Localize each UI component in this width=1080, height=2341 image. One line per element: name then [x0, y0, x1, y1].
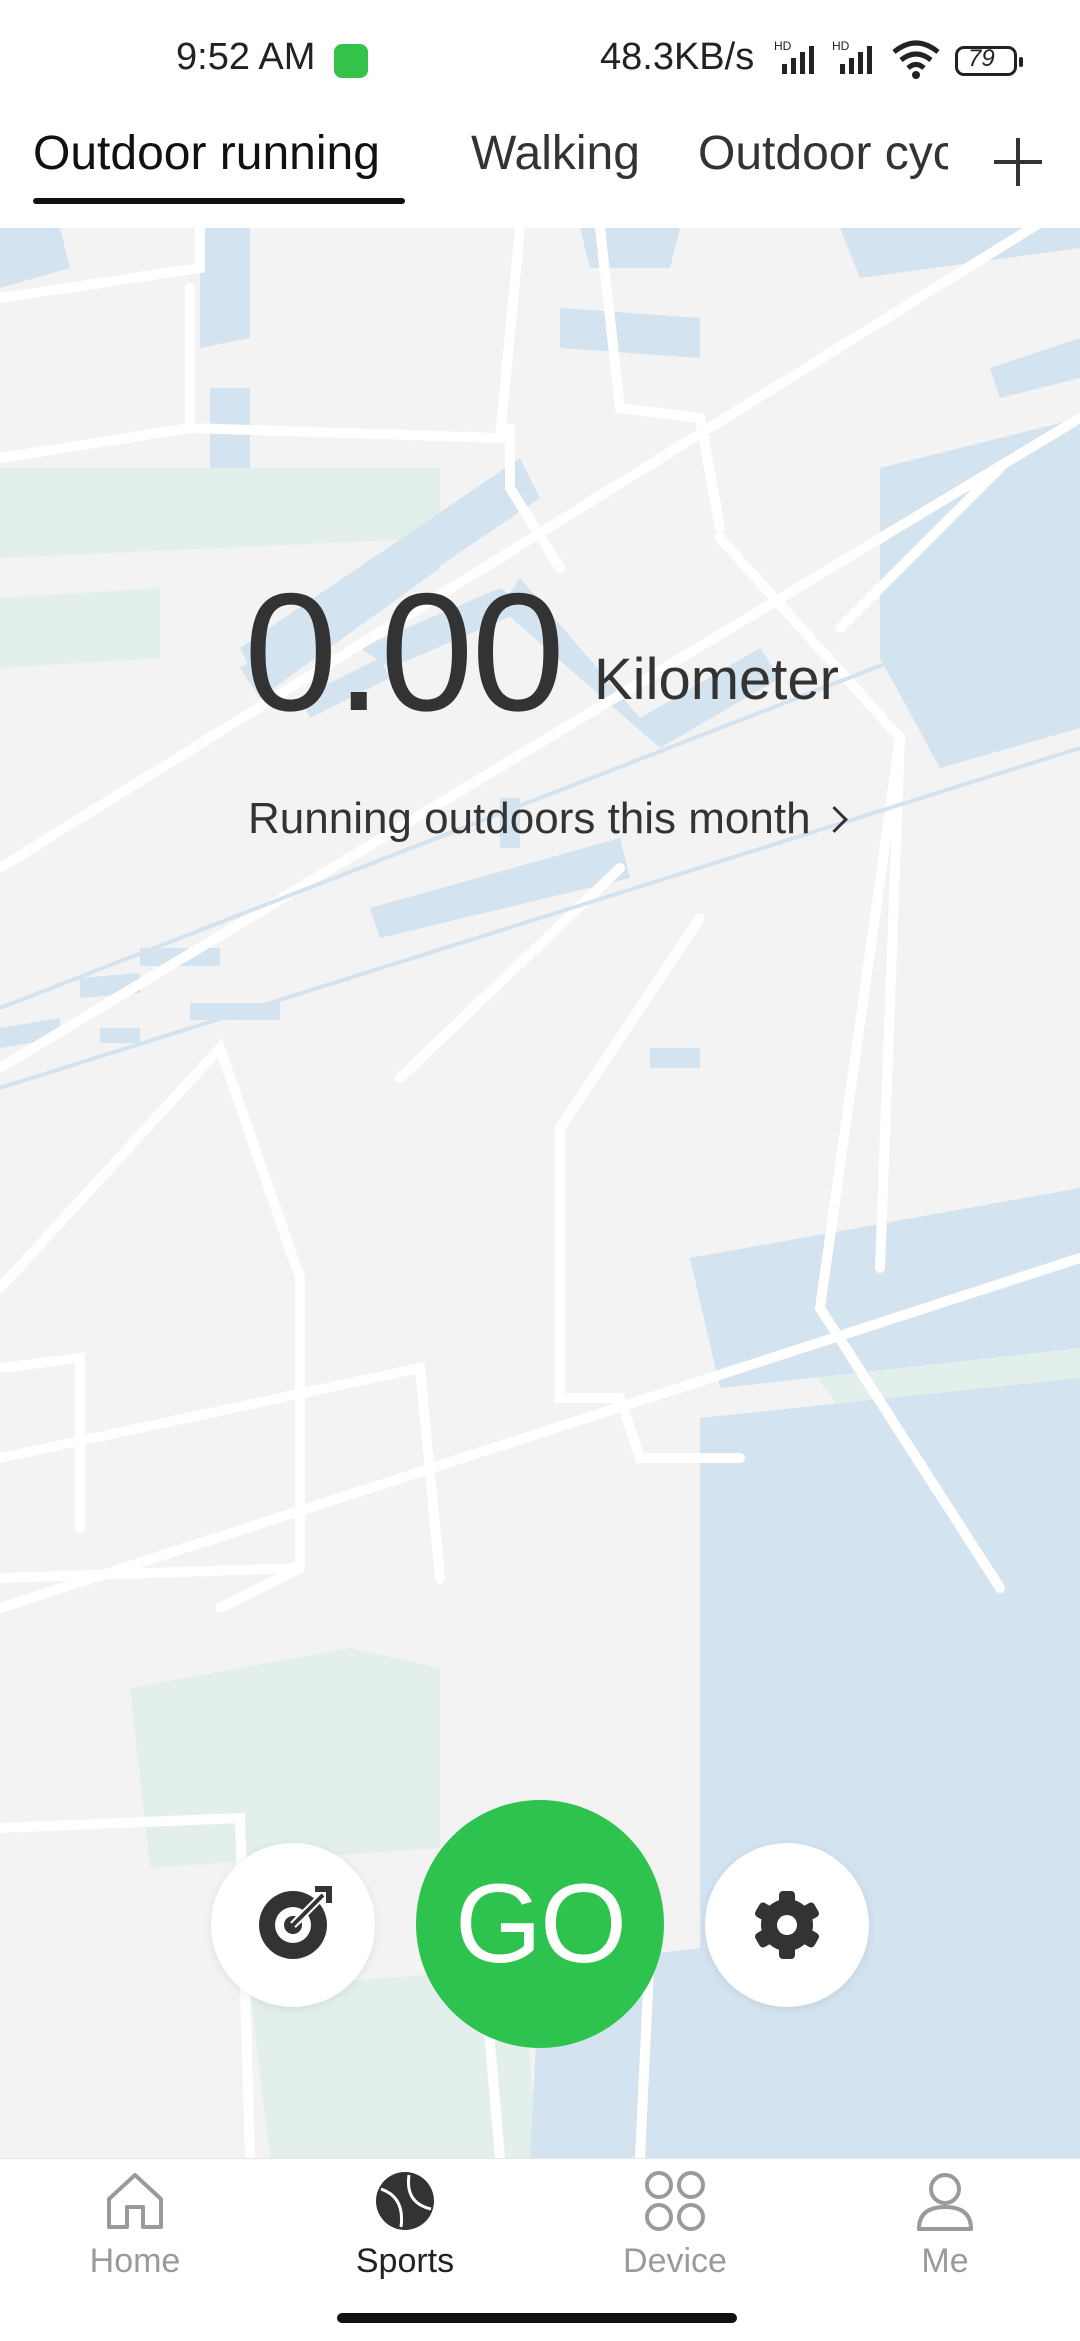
nav-me[interactable]: Me [855, 2169, 1035, 2281]
nav-sports[interactable]: Sports [315, 2169, 495, 2281]
battery-level: 79 [968, 45, 995, 72]
tab-overflow-clip: Outdoor cyc [690, 110, 948, 228]
person-icon [917, 2173, 973, 2231]
active-tab-indicator [33, 198, 405, 204]
home-icon [107, 2173, 163, 2229]
distance-value: 0.00 [244, 558, 565, 746]
ball-icon [376, 2172, 434, 2230]
hd-signal-icon: HD [832, 40, 872, 74]
tab-outdoor-running[interactable]: Outdoor running [33, 126, 380, 181]
monthly-record-label: Running outdoors this month [248, 794, 811, 843]
home-indicator[interactable] [337, 2313, 737, 2323]
device-icon [645, 2171, 705, 2231]
go-button[interactable]: GO [416, 1800, 664, 2048]
app-notification-icon [334, 44, 368, 78]
nav-home-label: Home [89, 2242, 181, 2280]
settings-button[interactable] [705, 1843, 869, 2007]
svg-text:HD: HD [774, 40, 792, 53]
nav-me-label: Me [921, 2242, 969, 2280]
status-time: 9:52 AM [176, 36, 316, 78]
hd-signal-icon: HD [774, 40, 814, 74]
distance-unit: Kilometer [594, 647, 839, 712]
svg-text:HD: HD [832, 40, 850, 53]
distance-summary: 0.00 Kilometer [244, 568, 839, 736]
tab-walking[interactable]: Walking [471, 126, 640, 181]
battery-icon: 79 [955, 45, 1023, 76]
sport-type-tabs: Outdoor running Walking Outdoor cyc [0, 110, 1080, 228]
network-speed: 48.3KB/s [600, 36, 755, 78]
target-icon [259, 1886, 332, 1959]
gear-icon [755, 1891, 819, 1959]
chevron-right-icon [820, 806, 848, 833]
status-bar: 9:52 AM 48.3KB/s HD HD 79 [0, 0, 1080, 110]
nav-sports-label: Sports [355, 2242, 455, 2280]
nav-device-label: Device [623, 2242, 727, 2280]
target-button[interactable] [211, 1843, 375, 2007]
nav-device[interactable]: Device [585, 2169, 765, 2281]
wifi-icon [892, 40, 940, 79]
monthly-record-link[interactable]: Running outdoors this month [248, 794, 848, 844]
nav-home[interactable]: Home [45, 2169, 225, 2281]
tab-outdoor-cycling[interactable]: Outdoor cyc [698, 126, 948, 181]
plus-icon[interactable] [990, 134, 1046, 190]
